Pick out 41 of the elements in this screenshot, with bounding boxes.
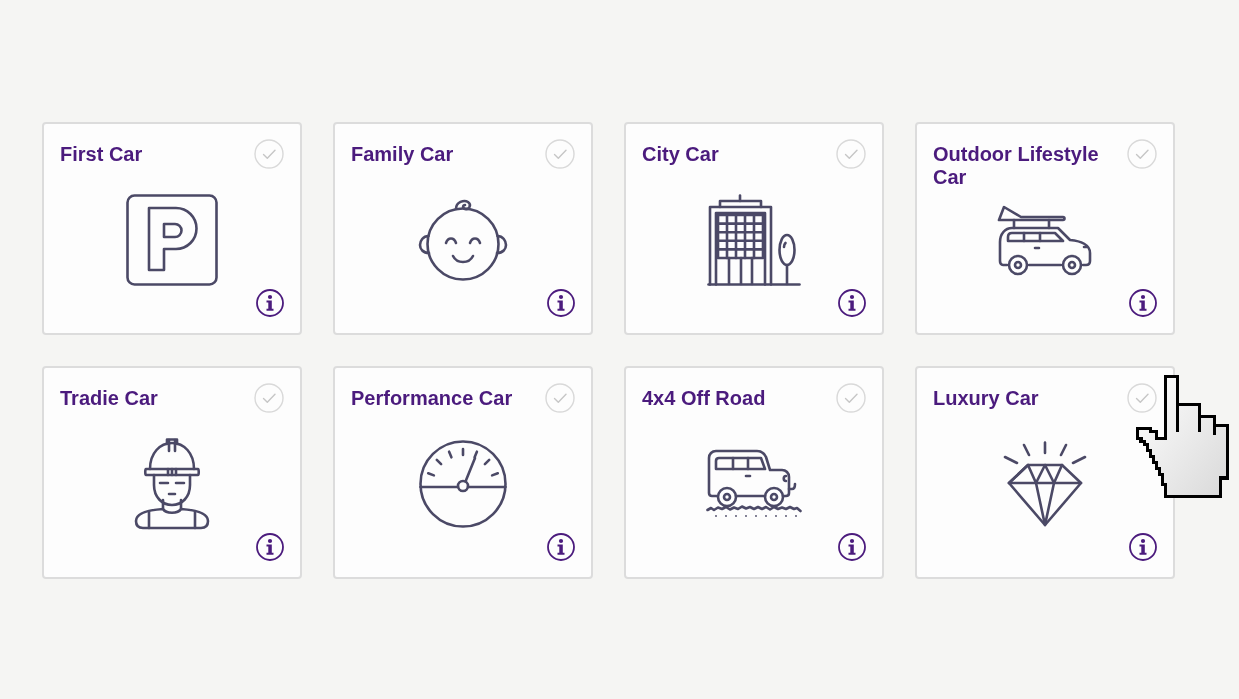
category-card[interactable]: 4x4 Off Road	[624, 366, 884, 579]
info-icon[interactable]	[1129, 533, 1157, 561]
info-icon[interactable]	[1129, 289, 1157, 317]
category-card[interactable]: Luxury Car	[915, 366, 1175, 579]
check-circle-icon[interactable]	[1127, 383, 1157, 413]
card-title: Outdoor Lifestyle Car	[933, 143, 1100, 189]
check-circle-icon[interactable]	[254, 383, 284, 413]
card-title: Tradie Car	[60, 387, 158, 410]
card-title: First Car	[60, 143, 143, 166]
construction-worker-icon	[133, 438, 211, 530]
category-card[interactable]: First Car	[42, 122, 302, 335]
category-card[interactable]: Outdoor Lifestyle Car	[915, 122, 1175, 335]
category-card[interactable]: City Car	[624, 122, 884, 335]
category-card[interactable]: Family Car	[333, 122, 593, 335]
check-circle-icon[interactable]	[836, 139, 866, 169]
baby-face-icon	[418, 198, 508, 282]
info-icon[interactable]	[838, 533, 866, 561]
card-title: 4x4 Off Road	[642, 387, 766, 410]
card-title: Luxury Car	[933, 387, 1039, 410]
car-with-surfboard-icon	[997, 204, 1093, 276]
check-circle-icon[interactable]	[836, 383, 866, 413]
info-icon[interactable]	[256, 289, 284, 317]
hand-cursor-icon	[1136, 375, 1229, 498]
parking-sign-icon	[126, 194, 218, 286]
office-building-icon	[707, 194, 801, 286]
check-circle-icon[interactable]	[254, 139, 284, 169]
info-icon[interactable]	[547, 289, 575, 317]
check-circle-icon[interactable]	[545, 383, 575, 413]
info-icon[interactable]	[256, 533, 284, 561]
info-icon[interactable]	[838, 289, 866, 317]
info-icon[interactable]	[547, 533, 575, 561]
check-circle-icon[interactable]	[545, 139, 575, 169]
speedometer-icon	[419, 440, 507, 528]
diamond-icon	[1003, 441, 1087, 527]
card-title: Family Car	[351, 143, 454, 166]
category-card[interactable]: Tradie Car	[42, 366, 302, 579]
category-card[interactable]: Performance Car	[333, 366, 593, 579]
card-title: Performance Car	[351, 387, 513, 410]
check-circle-icon[interactable]	[1127, 139, 1157, 169]
off-road-vehicle-icon	[706, 449, 802, 519]
card-title: City Car	[642, 143, 719, 166]
